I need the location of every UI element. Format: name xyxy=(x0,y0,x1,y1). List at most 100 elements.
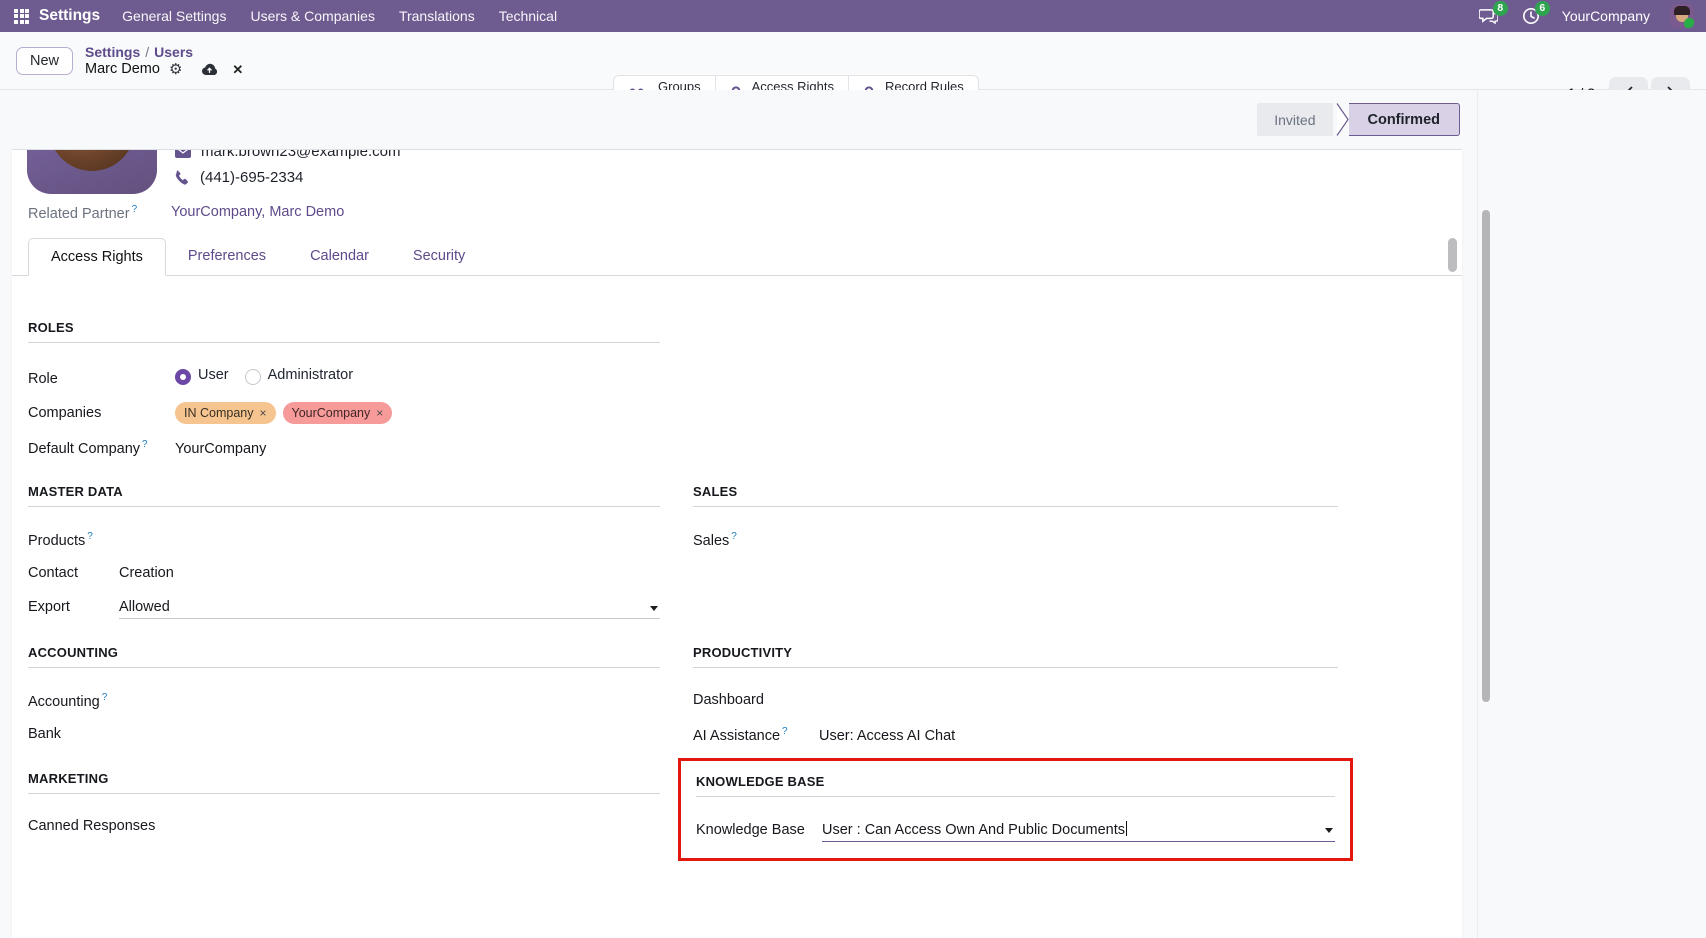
notebook-tabs: Access Rights Preferences Calendar Secur… xyxy=(12,238,1462,276)
form-scrollbar-thumb[interactable] xyxy=(1448,238,1457,272)
company-tag-yourcompany[interactable]: YourCompany × xyxy=(283,402,393,424)
statusbar-strip: Invited Confirmed xyxy=(12,90,1462,150)
radio-checked-icon[interactable] xyxy=(175,369,191,385)
dashboard-row: Dashboard xyxy=(693,692,1338,711)
help-marker: ? xyxy=(731,531,737,542)
section-roles-title: ROLES xyxy=(28,320,660,343)
export-row: Export Allowed xyxy=(28,599,660,619)
companies-row: Companies IN Company × YourCompany × xyxy=(28,402,660,424)
main-content: Invited Confirmed mark.brown23@example.c… xyxy=(0,90,1706,938)
email-link[interactable]: mark.brown23@example.com xyxy=(201,150,400,160)
breadcrumb-users-link[interactable]: Users xyxy=(154,44,193,60)
scrollbar-track-divider xyxy=(1477,90,1478,938)
bank-row: Bank xyxy=(28,726,660,745)
companies-label: Companies xyxy=(28,405,175,421)
phone-row: (441)-695-2334 xyxy=(175,168,1446,187)
contact-label: Contact xyxy=(28,565,119,581)
role-admin-label: Administrator xyxy=(268,367,353,383)
text-cursor xyxy=(1126,821,1127,836)
help-marker: ? xyxy=(142,439,148,450)
menu-users-companies[interactable]: Users & Companies xyxy=(250,8,375,24)
ai-assistance-value[interactable]: User: Access AI Chat xyxy=(819,728,955,744)
email-row: mark.brown23@example.com xyxy=(175,150,1446,161)
tag-remove-icon[interactable]: × xyxy=(376,406,383,420)
role-label: Role xyxy=(28,371,175,387)
default-company-row: Default Company? YourCompany xyxy=(28,439,660,458)
envelope-icon xyxy=(175,150,191,158)
breadcrumb: Settings/Users Marc Demo ⚙ ✕ xyxy=(85,44,243,78)
tag-remove-icon[interactable]: × xyxy=(259,406,266,420)
caret-down-icon[interactable] xyxy=(1325,828,1333,833)
role-user-label: User xyxy=(198,367,229,383)
menu-general-settings[interactable]: General Settings xyxy=(122,8,226,24)
section-master-data-title: MASTER DATA xyxy=(28,484,660,507)
help-marker: ? xyxy=(102,692,108,703)
breadcrumb-settings-link[interactable]: Settings xyxy=(85,44,140,60)
knowledge-base-select[interactable]: User : Can Access Own And Public Documen… xyxy=(822,821,1335,842)
section-marketing-title: MARKETING xyxy=(28,771,660,794)
tab-access-rights[interactable]: Access Rights xyxy=(28,238,166,276)
menu-technical[interactable]: Technical xyxy=(499,8,557,24)
status-step-invited[interactable]: Invited xyxy=(1257,103,1332,136)
control-panel: New Settings/Users Marc Demo ⚙ ✕ xyxy=(0,32,1706,90)
avatar-hair xyxy=(1674,6,1690,15)
caret-down-icon xyxy=(650,606,658,611)
tutorial-highlight-box: KNOWLEDGE BASE Knowledge Base User : Can… xyxy=(678,758,1353,861)
canned-responses-row: Canned Responses xyxy=(28,818,660,837)
knowledge-base-row: Knowledge Base User : Can Access Own And… xyxy=(696,821,1335,842)
status-step-confirmed[interactable]: Confirmed xyxy=(1349,103,1461,136)
phone-link[interactable]: (441)-695-2334 xyxy=(200,169,303,186)
role-option-user[interactable]: User xyxy=(175,367,229,383)
products-row: Products? xyxy=(28,531,660,550)
form-sheet: mark.brown23@example.com (441)-695-2334 … xyxy=(12,150,1462,938)
activities-icon[interactable]: 6 xyxy=(1520,5,1542,27)
contact-value[interactable]: Creation xyxy=(119,565,174,581)
discard-changes-icon[interactable]: ✕ xyxy=(232,61,243,78)
user-photo[interactable] xyxy=(27,150,157,194)
menu-translations[interactable]: Translations xyxy=(399,8,475,24)
user-avatar[interactable] xyxy=(1670,4,1694,28)
accounting-row: Accounting? xyxy=(28,692,660,711)
actions-gear-icon[interactable]: ⚙ xyxy=(169,61,182,78)
new-button[interactable]: New xyxy=(16,47,73,75)
dashboard-label: Dashboard xyxy=(693,692,819,708)
online-presence-dot xyxy=(1684,18,1694,28)
default-company-value[interactable]: YourCompany xyxy=(175,441,266,457)
user-photo-head xyxy=(49,150,135,171)
tab-security[interactable]: Security xyxy=(391,238,487,275)
company-switcher[interactable]: YourCompany xyxy=(1562,8,1650,24)
sales-row: Sales? xyxy=(693,531,1338,550)
export-select[interactable]: Allowed xyxy=(119,599,660,619)
save-cloud-icon[interactable] xyxy=(201,62,218,76)
section-productivity-title: PRODUCTIVITY xyxy=(693,645,1338,668)
apps-grid-icon[interactable] xyxy=(14,9,29,24)
radio-unchecked-icon[interactable] xyxy=(245,369,261,385)
role-option-administrator[interactable]: Administrator xyxy=(245,367,353,383)
section-roles: ROLES Role User Administrator xyxy=(28,320,660,458)
app-name[interactable]: Settings xyxy=(39,7,100,25)
section-productivity: PRODUCTIVITY Dashboard AI Assistance? Us… xyxy=(693,645,1338,745)
activities-count-badge: 6 xyxy=(1535,1,1550,16)
related-partner-link[interactable]: YourCompany, Marc Demo xyxy=(171,204,344,223)
messages-icon[interactable]: 8 xyxy=(1478,5,1500,27)
tab-preferences[interactable]: Preferences xyxy=(166,238,288,275)
tab-calendar[interactable]: Calendar xyxy=(288,238,391,275)
default-company-label: Default Company? xyxy=(28,439,175,457)
access-rights-pane: ROLES Role User Administrator xyxy=(28,276,1446,845)
knowledge-base-label: Knowledge Base xyxy=(696,822,822,838)
accounting-label: Accounting? xyxy=(28,692,119,710)
messages-count-badge: 8 xyxy=(1493,1,1508,16)
export-selected-value: Allowed xyxy=(119,599,170,615)
company-tag-in-company[interactable]: IN Company × xyxy=(175,402,276,424)
bank-label: Bank xyxy=(28,726,119,742)
role-row: Role User Administrator xyxy=(28,367,660,387)
products-label: Products? xyxy=(28,531,119,549)
section-accounting: ACCOUNTING Accounting? Bank xyxy=(28,645,660,745)
section-sales: SALES Sales? xyxy=(693,484,1338,619)
page-scrollbar-thumb[interactable] xyxy=(1482,210,1490,702)
section-knowledge-base: KNOWLEDGE BASE Knowledge Base User : Can… xyxy=(693,771,1338,845)
section-marketing: MARKETING Canned Responses xyxy=(28,771,660,845)
section-sales-title: SALES xyxy=(693,484,1338,507)
section-master-data: MASTER DATA Products? Contact Creation E… xyxy=(28,484,660,619)
top-navbar: Settings General Settings Users & Compan… xyxy=(0,0,1706,32)
